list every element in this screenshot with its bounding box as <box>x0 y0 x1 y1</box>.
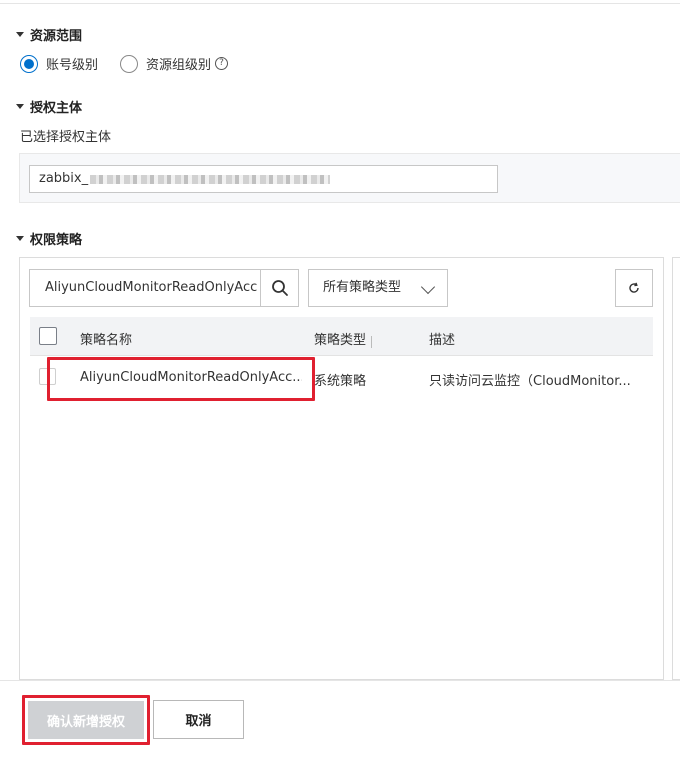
selected-principal-label: 已选择授权主体 <box>20 130 112 145</box>
radio-resource-group-level[interactable] <box>120 54 139 73</box>
section-title-resource-scope: 资源范围 <box>30 29 83 44</box>
column-header-type[interactable]: 策略类型 <box>314 329 366 348</box>
highlight-box-confirm <box>22 695 150 745</box>
radio-label-account-level[interactable]: 账号级别 <box>46 54 98 73</box>
highlight-box-policy-name <box>47 357 315 401</box>
caret-down-icon <box>16 32 24 37</box>
refresh-button[interactable] <box>615 269 653 307</box>
radio-account-level[interactable] <box>20 54 38 73</box>
search-icon <box>271 280 288 296</box>
caret-down-icon <box>16 236 24 241</box>
principal-field[interactable]: zabbix_ <box>29 165 498 193</box>
selected-policy-panel <box>672 257 680 680</box>
section-title-policy: 权限策略 <box>30 233 83 248</box>
radio-dot <box>24 58 34 69</box>
search-button[interactable] <box>260 269 299 307</box>
top-divider <box>0 0 680 4</box>
column-header-name: 策略名称 <box>80 333 133 348</box>
section-resource-scope[interactable]: 资源范围 <box>16 25 82 44</box>
resource-scope-radio-group: 账号级别 资源组级别 ? <box>20 54 229 73</box>
redacted-text <box>90 174 331 184</box>
footer-divider <box>0 680 680 681</box>
principal-value: zabbix_ <box>39 171 89 186</box>
refresh-icon <box>629 282 639 293</box>
select-all-checkbox[interactable] <box>39 327 57 345</box>
policy-type-select-value: 所有策略类型 <box>323 280 402 295</box>
chevron-down-icon <box>420 279 436 295</box>
section-principal[interactable]: 授权主体 <box>16 97 82 116</box>
caret-down-icon <box>16 104 24 109</box>
section-policy[interactable]: 权限策略 <box>16 229 82 248</box>
column-header-description: 描述 <box>429 333 456 348</box>
policy-type-select[interactable]: 所有策略类型 <box>308 269 448 307</box>
policy-search-input[interactable]: AliyunCloudMonitorReadOnlyAcc <box>29 269 260 307</box>
question-circle-icon[interactable]: ? <box>215 57 229 70</box>
cancel-button[interactable]: 取消 <box>153 700 244 739</box>
policy-type-cell: 系统策略 <box>314 374 367 389</box>
policy-description-cell: 只读访问云监控（CloudMonitor... <box>429 374 631 389</box>
radio-label-resource-group-level[interactable]: 资源组级别 <box>146 54 211 73</box>
section-title-principal: 授权主体 <box>30 101 83 116</box>
column-resize-handle[interactable] <box>371 336 372 348</box>
